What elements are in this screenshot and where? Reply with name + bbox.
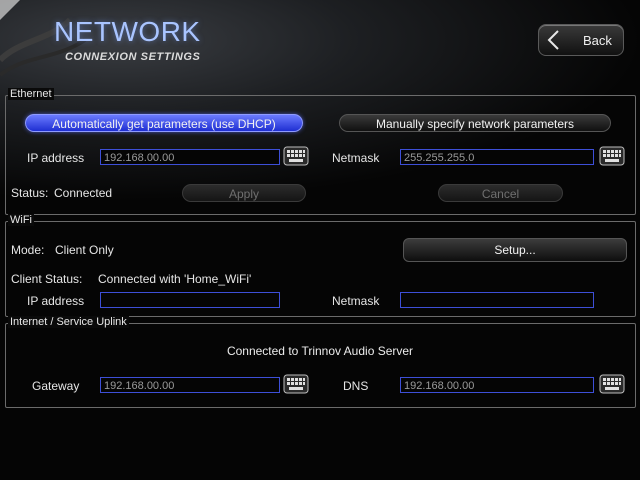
- uplink-section: [5, 323, 636, 408]
- keyboard-icon[interactable]: [599, 146, 625, 166]
- keyboard-icon[interactable]: [283, 146, 309, 166]
- ethernet-ip-field[interactable]: 192.168.00.00: [100, 149, 280, 165]
- wifi-mode-value: Client Only: [55, 243, 114, 257]
- back-button-label: Back: [583, 32, 612, 48]
- wifi-ip-label: IP address: [27, 294, 85, 308]
- wifi-netmask-label: Netmask: [332, 294, 380, 308]
- ethernet-status-value: Connected: [54, 186, 113, 200]
- wifi-mode-label: Mode:: [11, 243, 45, 257]
- keyboard-icon[interactable]: [599, 374, 625, 394]
- page-subtitle: CONNEXION SETTINGS: [65, 51, 201, 63]
- wifi-client-status-label: Client Status:: [11, 272, 83, 286]
- uplink-status-text: Connected to Trinnov Audio Server: [226, 344, 414, 358]
- wifi-section-title: WiFi: [8, 214, 34, 226]
- ethernet-section-title: Ethernet: [8, 88, 54, 100]
- dns-field[interactable]: 192.168.00.00: [400, 377, 594, 393]
- apply-button[interactable]: Apply: [182, 184, 306, 202]
- keyboard-icon[interactable]: [283, 374, 309, 394]
- ethernet-netmask-label: Netmask: [332, 151, 380, 165]
- dns-label: DNS: [343, 379, 369, 393]
- dhcp-button[interactable]: Automatically get parameters (use DHCP): [25, 114, 303, 132]
- wifi-client-status-value: Connected with 'Home_WiFi': [98, 272, 252, 286]
- page-title: NETWORK: [54, 16, 201, 47]
- ethernet-status-label: Status:: [11, 186, 49, 200]
- ethernet-ip-label: IP address: [27, 151, 85, 165]
- chevron-left-icon: [547, 30, 559, 50]
- wifi-setup-button[interactable]: Setup...: [403, 238, 627, 262]
- cancel-button[interactable]: Cancel: [438, 184, 563, 202]
- gateway-label: Gateway: [32, 379, 80, 393]
- uplink-section-title: Internet / Service Uplink: [8, 316, 129, 328]
- ethernet-netmask-field[interactable]: 255.255.255.0: [400, 149, 594, 165]
- wifi-netmask-field[interactable]: [400, 292, 594, 308]
- back-button[interactable]: Back: [538, 24, 624, 56]
- wifi-ip-field[interactable]: [100, 292, 280, 308]
- manual-params-button[interactable]: Manually specify network parameters: [339, 114, 611, 132]
- gateway-field[interactable]: 192.168.00.00: [100, 377, 280, 393]
